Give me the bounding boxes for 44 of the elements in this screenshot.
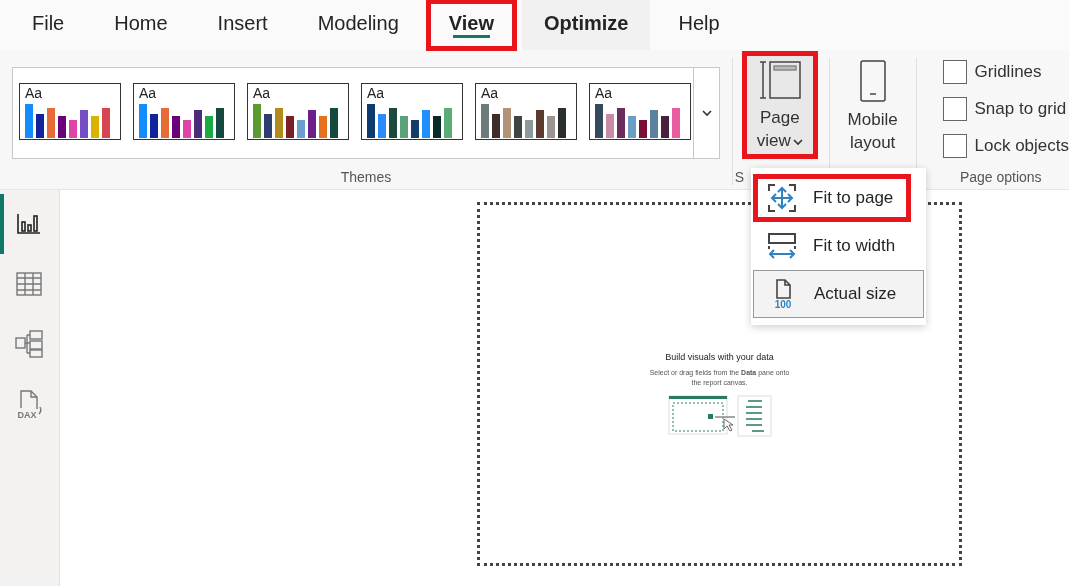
checkbox-label: Gridlines <box>974 62 1042 82</box>
checkbox[interactable] <box>942 97 967 121</box>
table-icon <box>15 272 42 296</box>
fit-to-width-icon <box>767 232 797 260</box>
theme-swatch[interactable]: Aa <box>475 83 577 140</box>
group-label: S <box>734 169 745 185</box>
theme-swatch[interactable]: Aa <box>247 83 349 140</box>
menu-item[interactable]: Fit to page <box>753 174 911 222</box>
theme-sample-text: Aa <box>253 86 271 101</box>
fit-to-page-icon <box>768 184 796 212</box>
theme-sample-text: Aa <box>595 86 613 101</box>
theme-swatch[interactable]: Aa <box>133 83 235 140</box>
theme-sample-text: Aa <box>481 86 499 101</box>
theme-swatch[interactable]: Aa <box>19 83 121 140</box>
theme-swatch[interactable]: Aa <box>361 83 463 140</box>
menu-item[interactable]: Fit to width <box>753 222 924 270</box>
ribbon-tab[interactable]: File <box>10 0 87 50</box>
ribbon-tab[interactable]: Insert <box>195 0 290 50</box>
ribbon-tab[interactable]: Help <box>656 0 742 50</box>
ribbon-tab[interactable]: Optimize <box>522 0 651 50</box>
theme-sample-text: Aa <box>367 86 385 101</box>
page-view-icon <box>757 60 802 100</box>
caret-icon <box>792 137 803 146</box>
theme-sample-text: Aa <box>139 86 157 101</box>
mobile-layout-button[interactable]: Mobile layout <box>841 54 904 156</box>
chevron-down-icon <box>700 109 713 117</box>
checkbox[interactable] <box>942 60 967 84</box>
ribbon-tab[interactable]: Home <box>92 0 190 50</box>
empty-state-title: Build visuals with your data <box>665 351 774 362</box>
ribbon-tab[interactable]: Modeling <box>295 0 421 50</box>
group-label: Page options <box>959 169 1042 185</box>
group-label: Themes <box>340 169 392 185</box>
theme-swatch[interactable]: Aa <box>589 83 691 140</box>
page-view-button[interactable]: Page view <box>744 54 815 156</box>
menu-item[interactable]: 100 Actual size <box>753 270 924 318</box>
phone-icon <box>858 60 887 102</box>
ribbon-tab[interactable]: View <box>426 0 516 50</box>
bar-chart-icon <box>16 213 41 235</box>
checkbox-label: Snap to grid <box>974 99 1067 119</box>
theme-sample-text: Aa <box>25 86 43 101</box>
checkbox[interactable] <box>942 134 967 158</box>
checkbox-label: Lock objects <box>974 136 1069 156</box>
model-icon <box>14 330 43 358</box>
sidebar-item[interactable]: DAX <box>0 374 59 434</box>
